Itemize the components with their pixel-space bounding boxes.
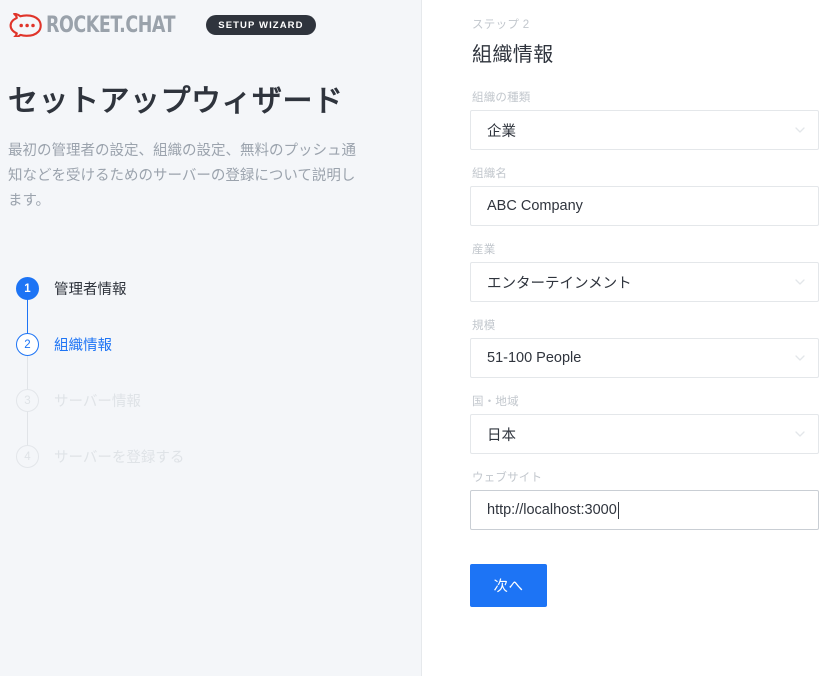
field-value-organization-name: ABC Company [487,198,583,214]
field-label-website: ウェブサイト [472,472,543,484]
field-value-organization-size: 51-100 People [487,350,582,366]
step-label: サーバーを登録する [54,450,185,467]
brand-row: ROCKET.CHAT SETUP WIZARD [0,0,421,41]
step-number-badge: 2 [16,333,39,357]
select-industry[interactable]: エンターテインメント [470,262,819,302]
field-value-industry: エンターテインメント [487,275,632,292]
field-label-industry: 産業 [472,244,496,256]
section-title: 組織情報 [472,44,554,66]
chevron-down-icon [795,279,805,288]
wizard-step-4: 4 サーバーを登録する [16,429,385,485]
page-description: 最初の管理者の設定、組織の設定、無料のプッシュ通知などを受けるためのサーバーの登… [8,142,356,210]
step-number-badge: 1 [16,277,39,301]
field-organization-name: 組織名 ABC Company [470,165,819,226]
left-panel: ROCKET.CHAT SETUP WIZARD セットアップウィザード 最初の… [0,0,422,676]
wizard-step-3: 3 サーバー情報 [16,373,385,457]
wizard-step-2[interactable]: 2 組織情報 [16,317,385,401]
chevron-down-icon [795,127,805,136]
field-value-organization-type: 企業 [487,123,516,140]
select-organization-type[interactable]: 企業 [470,110,819,150]
step-label: 組織情報 [54,338,112,355]
next-button[interactable]: 次へ [470,564,547,607]
field-label-organization-type: 組織の種類 [472,92,531,104]
setup-wizard-page: ROCKET.CHAT SETUP WIZARD セットアップウィザード 最初の… [0,0,833,676]
step-number-badge: 3 [16,389,39,413]
select-country[interactable]: 日本 [470,414,819,454]
field-value-country: 日本 [487,427,516,444]
select-organization-size[interactable]: 51-100 People [470,338,819,378]
rocket-chat-logo-icon [8,12,42,39]
field-label-country: 国・地域 [472,396,519,408]
step-label: サーバー情報 [54,394,141,411]
field-value-website: http://localhost:3000 [487,502,617,518]
page-title: セットアップウィザード [8,85,344,118]
setup-wizard-badge: SETUP WIZARD [206,14,316,36]
organization-form: 組織の種類企業組織名 ABC Company 産業エンターテインメント規模 51-10… [470,89,821,530]
left-intro: セットアップウィザード 最初の管理者の設定、組織の設定、無料のプッシュ通知などを… [0,41,421,485]
field-organization-size: 規模 51-100 People [470,317,819,378]
wizard-step-1[interactable]: 1 管理者情報 [16,261,385,345]
chevron-down-icon [795,355,805,364]
field-country: 国・地域日本 [470,393,819,454]
step-eyebrow: ステップ 2 [472,19,530,31]
step-number-badge: 4 [16,445,39,469]
chevron-down-icon [795,431,805,440]
text-cursor [617,501,619,519]
field-website: ウェブサイト http://localhost:3000 [470,469,819,530]
input-website[interactable]: http://localhost:3000 [470,490,819,530]
field-industry: 産業エンターテインメント [470,241,819,302]
input-organization-name[interactable]: ABC Company [470,186,819,226]
brand-wordmark: ROCKET.CHAT [46,12,176,38]
field-organization-type: 組織の種類 企業 [470,89,819,150]
wizard-steps: 1 管理者情報 2 組織情報 3 サーバー情報 4 サーバーを登録する [8,261,385,485]
submit-row: 次へ [470,564,821,607]
right-panel: ステップ 2 組織情報 組織の種類企業組織名 ABC Company 産業エンターテ… [422,0,833,676]
field-label-organization-size: 規模 [472,320,496,332]
field-label-organization-name: 組織名 [472,168,508,180]
step-label: 管理者情報 [54,282,127,299]
